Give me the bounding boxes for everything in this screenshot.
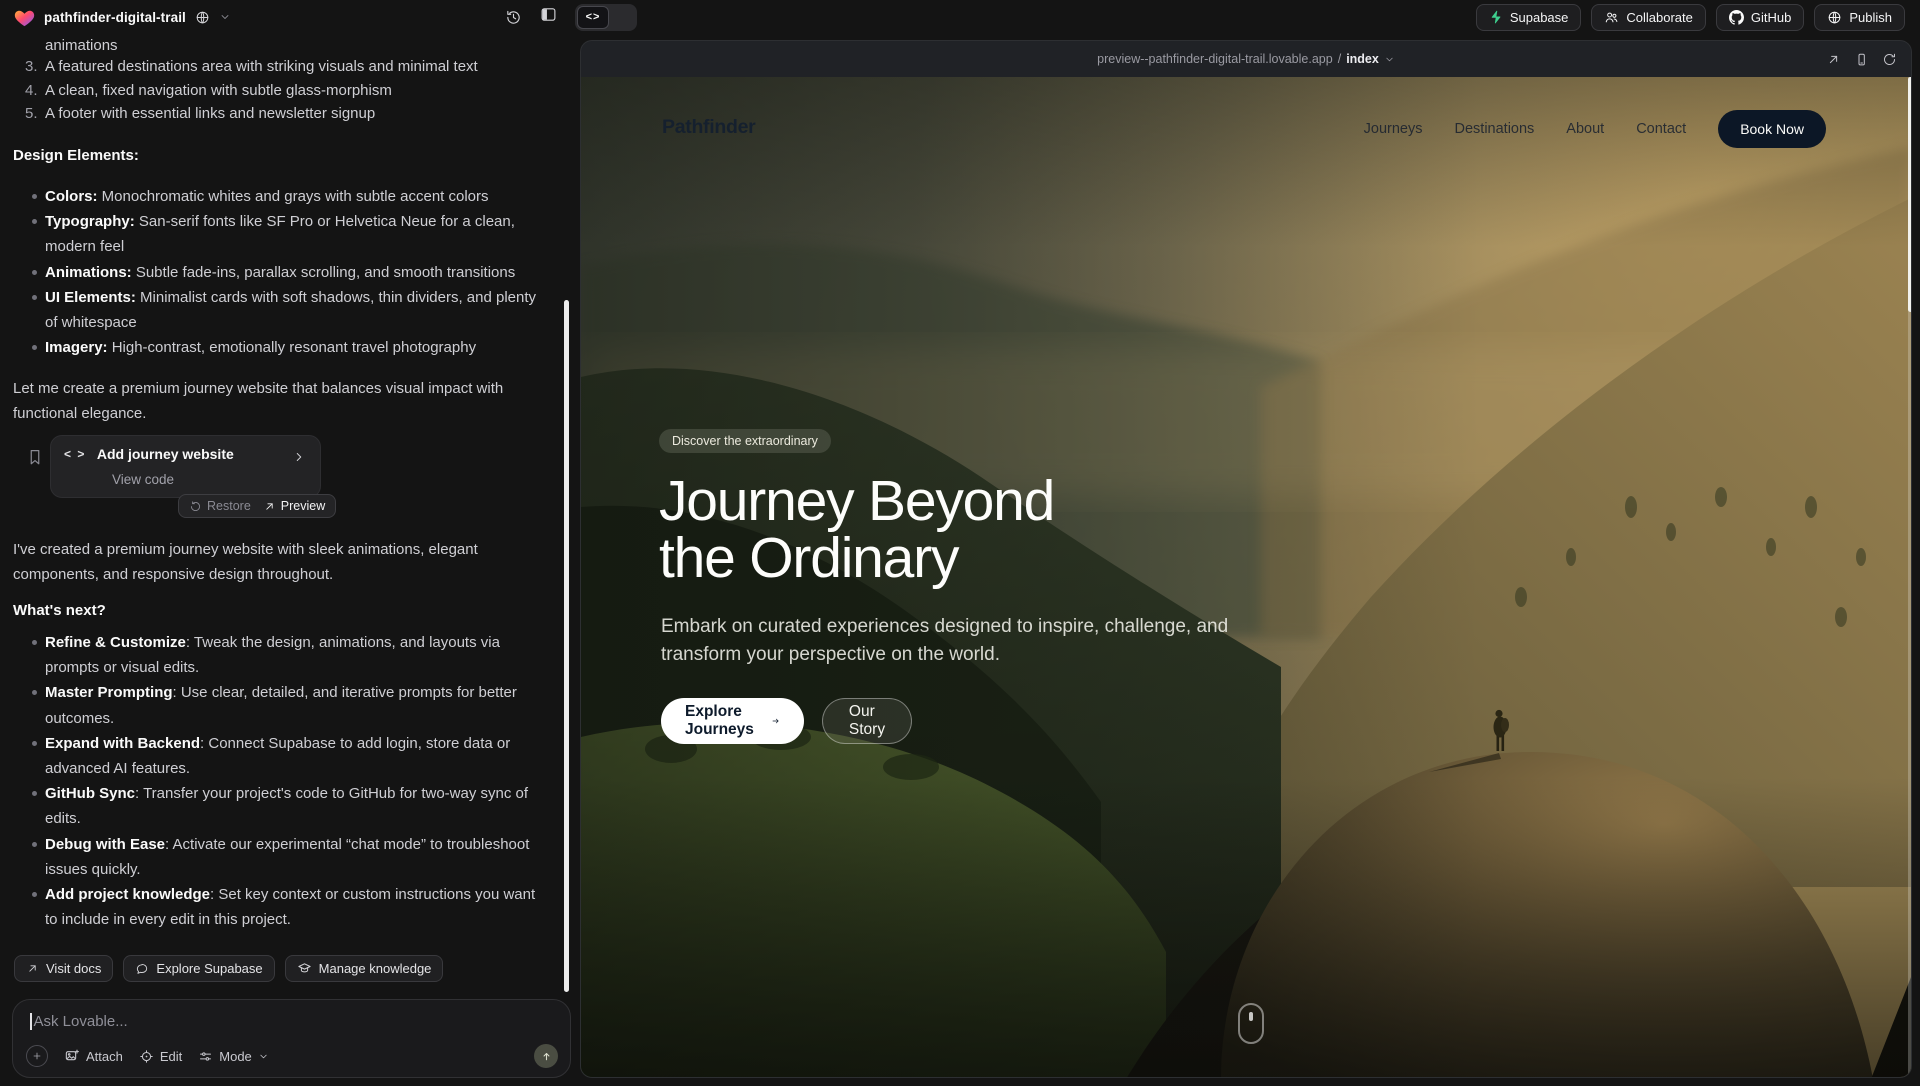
arrow-up-right-icon	[263, 500, 276, 513]
site-nav: Pathfinder Journeys Destinations About C…	[581, 107, 1912, 151]
design-bullet-list: Colors: Monochromatic whites and grays w…	[45, 184, 550, 360]
numbered-item: A clean, fixed navigation with subtle gl…	[45, 78, 550, 103]
hero-heading: Journey Beyond the Ordinary	[659, 473, 1054, 587]
design-bullet: Animations: Subtle fade-ins, parallax sc…	[45, 260, 550, 285]
preview-toolbar: preview--pathfinder-digital-trail.lovabl…	[581, 41, 1911, 77]
preview-button[interactable]: Preview	[263, 499, 325, 513]
site-scrollbar-thumb[interactable]	[1908, 77, 1912, 312]
collaborate-button[interactable]: Collaborate	[1591, 4, 1706, 31]
text-caret	[30, 1013, 32, 1030]
publish-globe-icon	[1827, 10, 1842, 25]
next-step: Expand with Backend: Connect Supabase to…	[45, 731, 550, 781]
chevron-right-icon	[292, 450, 306, 464]
next-step: Master Prompting: Use clear, detailed, a…	[45, 680, 550, 730]
chat-paragraph: I've created a premium journey website w…	[13, 537, 518, 587]
github-icon	[1729, 10, 1744, 25]
next-steps-list: Refine & Customize: Tweak the design, an…	[45, 630, 550, 932]
design-bullet: Colors: Monochromatic whites and grays w…	[45, 184, 550, 209]
open-external-icon[interactable]	[1826, 52, 1841, 67]
send-button[interactable]	[534, 1044, 558, 1068]
next-step: Debug with Ease: Activate our experiment…	[45, 832, 550, 882]
people-icon	[1604, 10, 1619, 25]
chat-composer[interactable]: Ask Lovable... Attach Edit Mode	[12, 999, 571, 1078]
add-attachment-button[interactable]	[26, 1045, 48, 1067]
numbered-item: A footer with essential links and newsle…	[45, 101, 550, 126]
supabase-button[interactable]: Supabase	[1476, 4, 1582, 31]
restore-preview-pill: Restore Preview	[178, 494, 336, 518]
sliders-icon	[198, 1049, 213, 1064]
design-elements-heading: Design Elements:	[13, 143, 139, 168]
our-story-button[interactable]: Our Story	[822, 698, 912, 744]
manage-knowledge-button[interactable]: Manage knowledge	[285, 955, 444, 982]
mobile-view-icon[interactable]	[1854, 52, 1869, 67]
preview-url[interactable]: preview--pathfinder-digital-trail.lovabl…	[1097, 52, 1395, 66]
arrow-up-right-icon	[26, 962, 39, 975]
visit-docs-button[interactable]: Visit docs	[14, 955, 113, 982]
chat-panel: animations 3. A featured destinations ar…	[0, 0, 578, 1086]
chat-bubble-icon	[135, 962, 149, 976]
preview-url-host: preview--pathfinder-digital-trail.lovabl…	[1097, 52, 1333, 66]
book-now-button[interactable]: Book Now	[1718, 110, 1826, 148]
supabase-bolt-icon	[1489, 10, 1503, 24]
code-brackets-icon: < >	[64, 447, 86, 461]
edit-button[interactable]: Edit	[139, 1049, 182, 1064]
chevron-down-icon	[258, 1051, 269, 1062]
next-step: Refine & Customize: Tweak the design, an…	[45, 630, 550, 680]
numbered-item: A featured destinations area with striki…	[45, 54, 550, 79]
arrow-right-icon	[771, 713, 780, 729]
refresh-icon[interactable]	[1882, 52, 1897, 67]
nav-link-about[interactable]: About	[1566, 121, 1604, 137]
attach-button[interactable]: Attach	[64, 1048, 123, 1064]
code-view-icon[interactable]: <>	[577, 6, 609, 29]
explore-journeys-button[interactable]: Explore Journeys	[661, 698, 804, 744]
mode-selector[interactable]: Mode	[198, 1049, 269, 1064]
graduation-cap-icon	[297, 961, 312, 976]
image-plus-icon	[64, 1048, 80, 1064]
code-card-title: Add journey website	[97, 446, 234, 462]
hero-subtitle: Embark on curated experiences designed t…	[661, 613, 1261, 668]
chat-scrollbar-thumb[interactable]	[564, 300, 569, 992]
suggestion-chips: Visit docs Explore Supabase Manage knowl…	[14, 955, 443, 982]
design-bullet: Typography: San-serif fonts like SF Pro …	[45, 209, 550, 259]
target-select-icon	[139, 1049, 154, 1064]
design-bullet: UI Elements: Minimalist cards with soft …	[45, 285, 550, 335]
restore-icon	[189, 500, 202, 513]
chat-paragraph: Let me create a premium journey website …	[13, 376, 518, 426]
chevron-down-icon	[1384, 54, 1395, 65]
publish-button[interactable]: Publish	[1814, 4, 1905, 31]
code-preview-toggle[interactable]: <>	[575, 4, 637, 31]
lovable-app-window: pathfinder-digital-trail <> Supabase	[0, 0, 1920, 1086]
plus-icon	[31, 1050, 43, 1062]
nav-link-contact[interactable]: Contact	[1636, 121, 1686, 137]
chat-input[interactable]: Ask Lovable...	[30, 1013, 128, 1030]
site-hero-section: Pathfinder Journeys Destinations About C…	[581, 77, 1912, 1078]
code-change-card[interactable]: < > Add journey website View code	[50, 435, 321, 498]
next-step: GitHub Sync: Transfer your project's cod…	[45, 781, 550, 831]
app-header: pathfinder-digital-trail <> Supabase	[0, 0, 1920, 34]
next-step: Add project knowledge: Set key context o…	[45, 882, 550, 932]
preview-pane: preview--pathfinder-digital-trail.lovabl…	[580, 40, 1912, 1078]
view-code-link[interactable]: View code	[112, 472, 174, 487]
site-logo[interactable]: Pathfinder	[662, 116, 755, 139]
preview-page-name: index	[1346, 52, 1379, 66]
nav-link-journeys[interactable]: Journeys	[1364, 121, 1423, 137]
project-name[interactable]: pathfinder-digital-trail	[44, 10, 186, 25]
lovable-heart-logo[interactable]	[14, 8, 35, 27]
hero-badge: Discover the extraordinary	[659, 429, 831, 453]
whats-next-heading: What's next?	[13, 598, 106, 623]
arrow-up-icon	[540, 1050, 553, 1063]
explore-supabase-button[interactable]: Explore Supabase	[123, 955, 274, 982]
nav-link-destinations[interactable]: Destinations	[1455, 121, 1535, 137]
scroll-indicator-icon	[1238, 1003, 1264, 1044]
bookmark-icon[interactable]	[26, 448, 44, 466]
panel-layout-icon[interactable]	[540, 6, 557, 28]
design-bullet: Imagery: High-contrast, emotionally reso…	[45, 335, 550, 360]
project-menu-chevron-icon[interactable]	[219, 11, 231, 23]
history-icon[interactable]	[505, 9, 522, 26]
restore-button[interactable]: Restore	[189, 499, 251, 513]
globe-status-icon	[195, 10, 210, 25]
github-button[interactable]: GitHub	[1716, 4, 1804, 31]
